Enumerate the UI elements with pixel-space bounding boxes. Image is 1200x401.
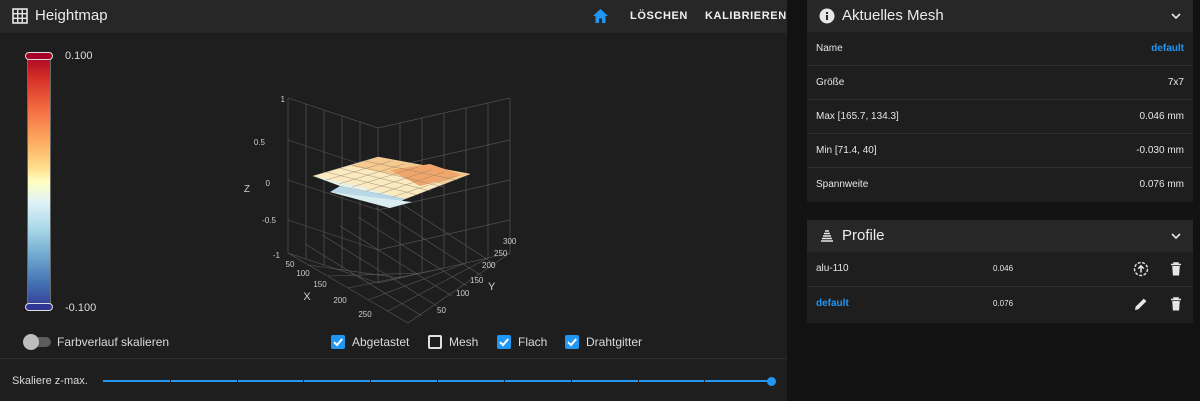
heightmap-3d-plot[interactable]: 1 0.5 0 -0.5 -1 Z 50 100 150 200 250 X 5… [230,80,550,330]
current-mesh-card: Aktuelles Mesh Name default Größe 7x7 Ma… [807,0,1193,202]
profiles-card: Profile alu-110 0.046 default 0.076 [807,220,1193,323]
load-icon[interactable] [1133,261,1149,277]
color-scale-max-label: 0.100 [65,50,93,62]
plot-grid [287,97,511,324]
mesh-key: Spannweite [816,179,869,190]
heightmap-title: Heightmap [35,7,108,24]
z-tick: 1 [281,95,286,104]
checkbox-label: Drahtgitter [586,335,643,349]
heightmap-header: Heightmap LÖSCHEN KALIBRIEREN [0,0,787,33]
pencil-icon[interactable] [1133,296,1149,312]
profiles-title: Profile [842,227,885,244]
z-axis-label: Z [244,184,250,195]
y-tick: 50 [437,306,446,315]
checkbox-label: Mesh [449,335,479,349]
profile-row: alu-110 0.046 [807,252,1193,287]
mesh-key: Max [165.7, 134.3] [816,111,899,122]
delete-button[interactable]: LÖSCHEN [630,10,688,22]
x-axis-label: X [303,291,311,303]
current-mesh-header: Aktuelles Mesh [807,0,1193,32]
info-icon [819,8,835,24]
zmax-slider-thumb[interactable] [767,377,776,386]
profile-range: 0.076 [993,299,1014,308]
y-tick: 100 [456,289,470,298]
profile-range: 0.046 [993,264,1014,273]
y-axis-label: Y [488,281,496,293]
x-tick: 150 [313,280,327,289]
slider-tick [504,380,505,382]
mesh-row-name: Name default [807,32,1193,66]
z-tick: -0.5 [262,216,276,225]
color-scale-min-label: -0.100 [65,302,97,314]
profiles-header: Profile [807,220,1193,252]
slider-tick [237,380,238,382]
divider [0,358,787,359]
mesh-row-range: Spannweite 0.076 mm [807,168,1193,202]
profile-name-active[interactable]: default [816,298,849,309]
mesh-value: -0.030 mm [1136,145,1184,156]
heightmap-panel: Heightmap LÖSCHEN KALIBRIEREN 0.100 -0.1… [0,0,787,401]
mesh-key: Min [71.4, 40] [816,145,877,156]
z-axis: 1 0.5 0 -0.5 -1 Z [244,95,286,260]
y-tick: 300 [503,237,517,246]
mesh-row-min: Min [71.4, 40] -0.030 mm [807,134,1193,168]
current-mesh-title: Aktuelles Mesh [842,7,944,24]
slider-tick [370,380,371,382]
slider-tick [303,380,304,382]
slider-tick [437,380,438,382]
mesh-row-size: Größe 7x7 [807,66,1193,100]
mesh-value: 7x7 [1167,77,1184,88]
z-tick: 0.5 [254,138,266,147]
mesh-key: Größe [816,77,845,88]
checkbox-abgetastet[interactable] [331,335,345,349]
calibrate-button[interactable]: KALIBRIEREN [705,10,787,22]
zmax-slider-label: Skaliere z-max. [12,375,88,387]
chevron-down-icon[interactable] [1171,11,1181,21]
profile-name[interactable]: alu-110 [816,263,849,274]
mesh-row-max: Max [165.7, 134.3] 0.046 mm [807,100,1193,134]
y-tick: 150 [470,276,484,285]
z-tick: -1 [273,251,281,260]
home-icon[interactable] [592,8,609,24]
chevron-down-icon[interactable] [1171,231,1181,241]
x-tick: 200 [333,296,347,305]
trash-icon[interactable] [1168,296,1184,312]
profile-row: default 0.076 [807,287,1193,322]
mesh-name-link[interactable]: default [1151,43,1184,54]
plot-surface [312,156,471,208]
checkbox-label: Flach [518,335,548,349]
color-scale-bar [27,52,51,311]
mesh-value: 0.076 mm [1139,179,1184,190]
color-scale-max-handle[interactable] [25,52,53,60]
scale-gradient-toggle-knob[interactable] [23,334,39,350]
y-tick: 200 [482,261,496,270]
checkbox-mesh[interactable] [428,335,442,349]
checkbox-drahtgitter[interactable] [565,335,579,349]
color-scale-min-handle[interactable] [25,303,53,311]
checkbox-flach[interactable] [497,335,511,349]
mesh-value: 0.046 mm [1139,111,1184,122]
y-axis: 50 100 150 200 250 300 Y [437,237,517,315]
checkmark-icon [333,338,343,347]
slider-tick [571,380,572,382]
x-tick: 250 [358,310,372,319]
z-tick: 0 [266,179,271,188]
checkmark-icon [567,338,577,347]
slider-tick [704,380,705,382]
checkmark-icon [499,338,509,347]
slider-tick [170,380,171,382]
trash-icon[interactable] [1168,261,1184,277]
grid-icon [12,8,28,24]
checkbox-label: Abgetastet [352,335,410,349]
slider-tick [638,380,639,382]
scale-gradient-label: Farbverlauf skalieren [57,335,170,349]
x-tick: 100 [296,269,310,278]
x-axis: 50 100 150 200 250 X [286,260,373,319]
y-tick: 250 [494,249,508,258]
layers-stack-icon [821,230,833,242]
mesh-key: Name [816,43,843,54]
x-tick: 50 [286,260,295,269]
